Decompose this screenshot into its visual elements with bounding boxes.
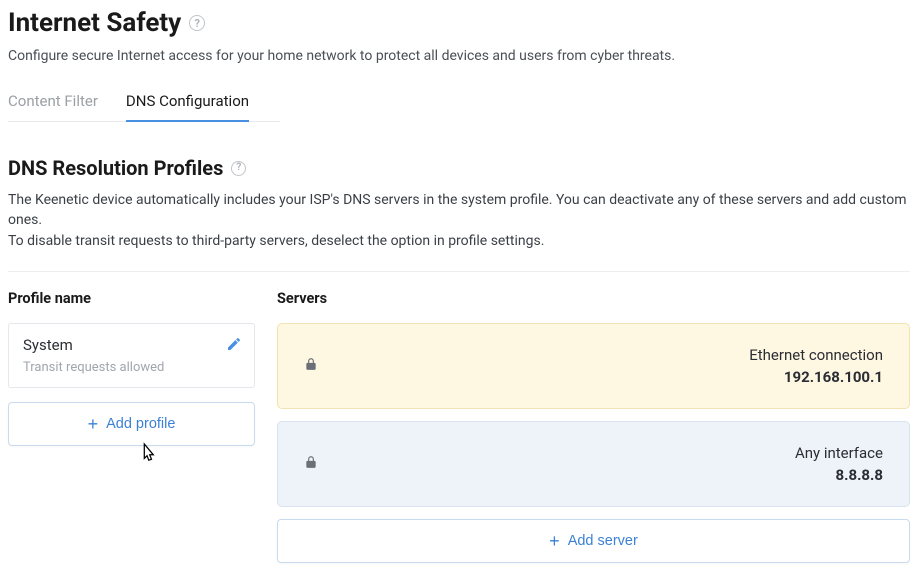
page-title: Internet Safety [8, 8, 181, 38]
profile-sublabel: Transit requests allowed [23, 360, 240, 375]
server-ip: 192.168.100.1 [749, 368, 883, 386]
column-header-servers: Servers [277, 290, 910, 307]
tab-dns-configuration[interactable]: DNS Configuration [126, 92, 249, 122]
edit-icon[interactable] [226, 336, 242, 352]
tab-content-filter[interactable]: Content Filter [8, 92, 98, 121]
help-icon[interactable]: ? [231, 161, 246, 176]
add-profile-button[interactable]: + Add profile [8, 402, 255, 446]
section-title: DNS Resolution Profiles [8, 156, 223, 180]
tab-bar: Content Filter DNS Configuration [8, 92, 280, 122]
add-profile-label: Add profile [106, 416, 175, 432]
add-server-label: Add server [568, 533, 638, 549]
profile-row[interactable]: System Transit requests allowed [8, 323, 255, 388]
server-row[interactable]: Any interface 8.8.8.8 [277, 421, 910, 507]
server-row[interactable]: Ethernet connection 192.168.100.1 [277, 323, 910, 409]
server-ip: 8.8.8.8 [795, 466, 883, 484]
lock-icon [304, 356, 318, 375]
plus-icon: + [88, 415, 99, 433]
section-description: The Keenetic device automatically includ… [8, 190, 910, 251]
plus-icon: + [549, 532, 560, 550]
server-label: Any interface [795, 444, 883, 462]
add-server-button[interactable]: + Add server [277, 519, 910, 563]
page-subtitle: Configure secure Internet access for you… [8, 48, 910, 64]
server-label: Ethernet connection [749, 346, 883, 364]
lock-icon [304, 454, 318, 473]
profile-name: System [23, 336, 240, 354]
column-header-profile: Profile name [8, 290, 261, 307]
help-icon[interactable]: ? [189, 15, 205, 31]
